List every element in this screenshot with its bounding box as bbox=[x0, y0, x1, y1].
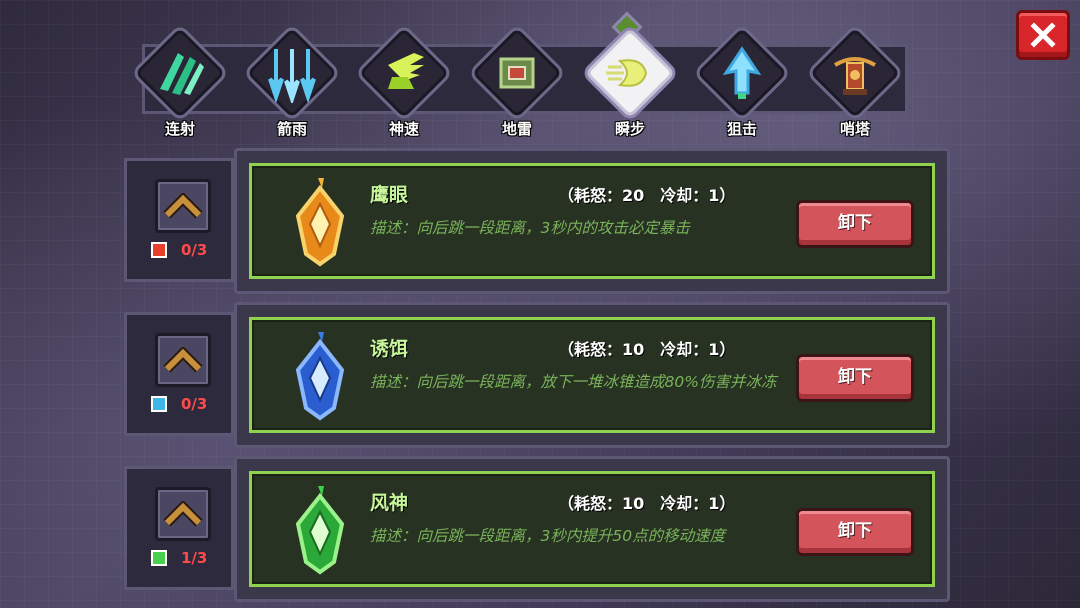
snipe-arrow-icon bbox=[722, 46, 762, 99]
ice-gem-icon bbox=[295, 332, 345, 421]
chevron-up-icon bbox=[163, 193, 203, 219]
upgrade-panel: 0/3 bbox=[124, 312, 234, 436]
skill-row: 0/3 鹰眼 （耗怒：20 冷却：1） 描述：向后跳一段距离，3秒内的攻击必定暴… bbox=[124, 148, 950, 294]
tab-label: 箭雨 bbox=[276, 120, 307, 138]
upgrade-button[interactable] bbox=[155, 179, 211, 233]
skill-stats: （耗怒：10 冷却：1） bbox=[558, 494, 736, 513]
tab-label: 哨塔 bbox=[839, 120, 870, 138]
skill-row: 1/3 风神 （耗怒：10 冷却：1） 描述：向后跳一段距离，3秒内提升50点的… bbox=[124, 456, 950, 602]
skill-level: 0/3 bbox=[181, 241, 208, 259]
skill-name: 鹰眼 bbox=[370, 184, 409, 206]
skill-description: 描述：向后跳一段距离，3秒内提升50点的移动速度 bbox=[370, 527, 726, 545]
winged-boot-icon bbox=[388, 53, 424, 89]
upgrade-panel: 1/3 bbox=[124, 466, 234, 590]
skill-card: 诱饵 （耗怒：10 冷却：1） 描述：向后跳一段距离，放下一堆冰锥造成80%伤害… bbox=[234, 302, 950, 448]
triple-claw-icon bbox=[160, 53, 204, 95]
tab-label: 狙击 bbox=[726, 120, 757, 138]
tab-lianshe[interactable]: 连射 bbox=[128, 23, 232, 140]
landmine-icon bbox=[499, 57, 535, 89]
close-button[interactable] bbox=[1016, 10, 1070, 60]
skill-stats: （耗怒：20 冷却：1） bbox=[558, 186, 736, 205]
tab-shunbu[interactable]: 瞬步 bbox=[578, 23, 682, 140]
skill-description: 描述：向后跳一段距离，3秒内的攻击必定暴击 bbox=[370, 219, 690, 237]
tab-jianyu[interactable]: 箭雨 bbox=[240, 23, 344, 140]
upgrade-button[interactable] bbox=[155, 487, 211, 541]
fire-gem-icon bbox=[295, 178, 345, 267]
tab-shaota[interactable]: 哨塔 bbox=[803, 23, 907, 140]
crossbow-tower-icon bbox=[833, 57, 877, 95]
unequip-button[interactable]: 卸下 bbox=[796, 354, 914, 402]
skill-description: 描述：向后跳一段距离，放下一堆冰锥造成80%伤害并冰冻 bbox=[370, 373, 777, 391]
upgrade-panel: 0/3 bbox=[124, 158, 234, 282]
tab-label: 瞬步 bbox=[614, 120, 645, 138]
skill-level: 1/3 bbox=[181, 549, 208, 567]
skill-stats: （耗怒：10 冷却：1） bbox=[558, 340, 736, 359]
unequip-button[interactable]: 卸下 bbox=[796, 508, 914, 556]
skill-card: 鹰眼 （耗怒：20 冷却：1） 描述：向后跳一段距离，3秒内的攻击必定暴击 卸下 bbox=[234, 148, 950, 294]
dash-wind-icon bbox=[606, 59, 648, 87]
skill-name: 诱饵 bbox=[370, 338, 409, 360]
tab-shensu[interactable]: 神速 bbox=[352, 23, 456, 140]
tab-juji[interactable]: 狙击 bbox=[690, 23, 794, 140]
tab-label: 连射 bbox=[164, 120, 195, 138]
skill-level: 0/3 bbox=[181, 395, 208, 413]
close-icon bbox=[1030, 22, 1056, 48]
unequip-button[interactable]: 卸下 bbox=[796, 200, 914, 248]
wind-level-icon bbox=[151, 550, 167, 566]
tab-label: 地雷 bbox=[501, 120, 532, 138]
tab-label: 神速 bbox=[388, 120, 419, 138]
arrow-rain-icon bbox=[268, 49, 316, 103]
ice-level-icon bbox=[151, 396, 167, 412]
skill-card: 风神 （耗怒：10 冷却：1） 描述：向后跳一段距离，3秒内提升50点的移动速度… bbox=[234, 456, 950, 602]
wind-gem-icon bbox=[295, 486, 345, 575]
chevron-up-icon bbox=[163, 501, 203, 527]
skill-name: 风神 bbox=[370, 492, 409, 514]
tab-dilei[interactable]: 地雷 bbox=[465, 23, 569, 140]
chevron-up-icon bbox=[163, 347, 203, 373]
rage-level-icon bbox=[151, 242, 167, 258]
skill-row: 0/3 诱饵 （耗怒：10 冷却：1） 描述：向后跳一段距离，放下一堆冰锥造成8… bbox=[124, 302, 950, 448]
upgrade-button[interactable] bbox=[155, 333, 211, 387]
